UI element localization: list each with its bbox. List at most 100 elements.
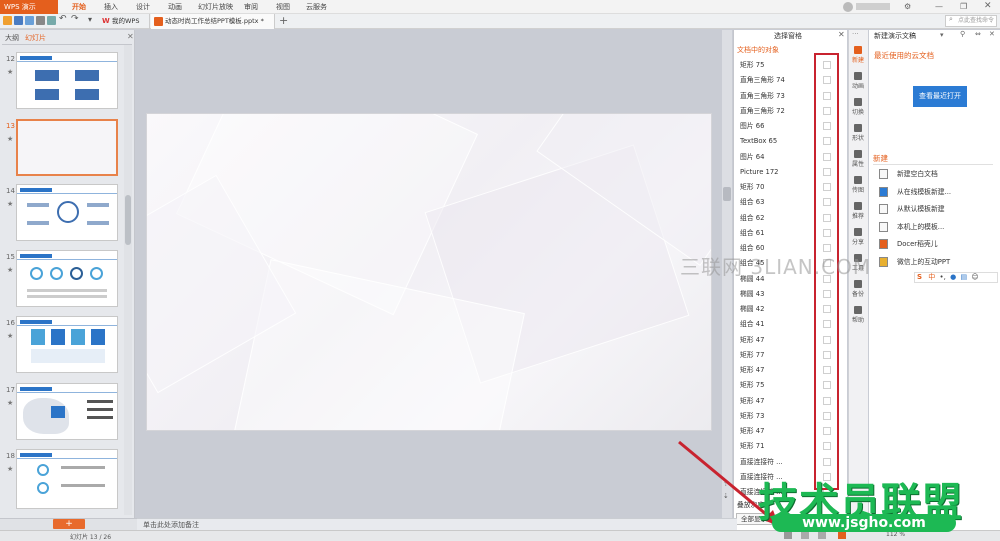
sidebar-item-share[interactable]: 分享 [848,228,868,246]
slide-thumbnail-12[interactable] [16,52,118,109]
new-option-item[interactable]: 从在线模板新建... [879,185,951,199]
tab-slides[interactable]: 幻灯片 [25,32,46,44]
menu-slideshow[interactable]: 幻灯片放映 [198,0,233,14]
slides-scrollbar-thumb[interactable] [125,195,131,245]
object-list-item[interactable]: 矩形 75 [740,378,764,392]
object-list-item[interactable]: 图片 64 [740,150,764,164]
sogou-s-icon[interactable]: S [917,273,922,281]
panel-dropdown-icon[interactable]: ▾ [940,31,944,39]
slide-thumbnail-15[interactable] [16,250,118,307]
new-tab-icon[interactable]: + [279,14,288,27]
panel-title: 新建演示文稿 [874,32,916,40]
object-list-item[interactable]: 椭圆 42 [740,302,764,316]
settings-icon[interactable]: ⚙ [904,2,911,11]
ime-mode-icon[interactable]: 中 [928,273,935,281]
undo-icon[interactable]: ↶ [59,14,67,24]
mic-icon[interactable]: ● [950,273,956,281]
sidebar-item-transition[interactable]: 切换 [848,98,868,116]
more-icon[interactable]: ··· [852,30,859,38]
slide-thumbnail-14[interactable] [16,184,118,241]
new-option-item[interactable]: 新建空白文档 [879,167,938,181]
slide-thumbnail-17[interactable] [16,383,118,440]
object-list-item[interactable]: Picture 172 [740,165,779,179]
export-icon[interactable] [25,16,34,25]
wps-app-menu-button[interactable]: WPS 演示 [0,0,58,14]
view-recent-button[interactable]: 查看最近打开 [913,86,967,107]
zoom-level[interactable]: 112 % [886,531,905,538]
open-icon[interactable] [3,16,12,25]
sidebar-item-animation[interactable]: 动画 [848,72,868,90]
user-icon[interactable]: ☺ [971,273,978,281]
slide-thumbnail-13-selected[interactable] [16,119,118,176]
punctuation-icon[interactable]: •, [940,273,946,281]
slides-scrollbar[interactable] [124,45,132,515]
sidebar-item-new[interactable]: 新建 [848,46,868,64]
object-list-item[interactable]: 矩形 70 [740,180,764,194]
slide-canvas[interactable] [146,113,712,431]
object-list-item[interactable]: 直角三角形 74 [740,73,785,87]
save-icon[interactable] [14,16,23,25]
tab-document[interactable]: 动态时尚工作总结PPT模板.pptx * [151,14,275,29]
document-icon [879,169,888,179]
canvas-scrollbar-thumb[interactable] [723,187,731,201]
slide-thumbnail-18[interactable] [16,449,118,509]
object-list-item[interactable]: 组合 62 [740,211,764,225]
panel-close-icon[interactable]: ✕ [989,30,995,38]
object-list-item[interactable]: 组合 41 [740,317,764,331]
expand-icon[interactable]: ⇔ [975,30,981,38]
object-list-item[interactable]: 矩形 47 [740,394,764,408]
reading-view-icon[interactable] [818,532,826,539]
menu-cloud[interactable]: 云服务 [306,0,327,14]
sidebar-item-recommend[interactable]: 推荐 [848,202,868,220]
add-slide-button[interactable]: + [53,519,85,529]
sidebar-item-upload[interactable]: 传图 [848,176,868,194]
minimize-icon[interactable]: — [935,2,943,11]
normal-view-icon[interactable] [784,532,792,539]
redo-icon[interactable]: ↷ [71,14,79,24]
new-option-item[interactable]: Docer稻壳儿 [879,237,938,251]
preview-icon[interactable] [47,16,56,25]
new-option-item[interactable]: 微信上的互动PPT [879,255,950,269]
menu-start[interactable]: 开始 [72,0,86,14]
new-option-item[interactable]: 从默认模板新建 [879,202,945,216]
menu-animation[interactable]: 动画 [168,0,182,14]
object-list-item[interactable]: 组合 63 [740,195,764,209]
close-panel-icon[interactable]: ✕ [127,32,134,41]
menu-insert[interactable]: 插入 [104,0,118,14]
object-list-item[interactable]: 矩形 47 [740,424,764,438]
object-list-item[interactable]: 直角三角形 73 [740,89,785,103]
notes-area[interactable]: 单击此处添加备注 [137,518,737,530]
avatar[interactable] [843,2,853,12]
sidebar-item-help[interactable]: 帮助 [848,306,868,324]
object-list-item[interactable]: 直角三角形 72 [740,104,785,118]
menu-review[interactable]: 审阅 [244,0,258,14]
pin-icon[interactable]: ⚲ [960,30,965,38]
object-list-item[interactable]: 矩形 77 [740,348,764,362]
sidebar-item-shape[interactable]: 形状 [848,124,868,142]
play-slideshow-icon[interactable] [838,532,846,539]
menu-design[interactable]: 设计 [136,0,150,14]
slide-thumbnail-16[interactable] [16,316,118,373]
close-pane-icon[interactable]: ✕ [838,30,845,39]
new-option-item[interactable]: 本机上的模板... [879,220,944,234]
sidebar-item-property[interactable]: 属性 [848,150,868,168]
print-icon[interactable] [36,16,45,25]
tab-outline[interactable]: 大纲 [5,32,19,44]
object-list-item[interactable]: 图片 66 [740,119,764,133]
object-list-item[interactable]: 矩形 73 [740,409,764,423]
object-list-item[interactable]: 椭圆 43 [740,287,764,301]
sidebar-item-backup[interactable]: 备份 [848,280,868,298]
object-list-item[interactable]: 矩形 47 [740,363,764,377]
object-list-item[interactable]: 矩形 47 [740,333,764,347]
restore-icon[interactable]: ❐ [960,2,967,11]
keyboard-icon[interactable]: ▤ [960,273,967,281]
chevron-down-icon[interactable]: ▾ [88,15,92,24]
object-list-item[interactable]: 矩形 75 [740,58,764,72]
user-name[interactable] [856,3,890,10]
close-icon[interactable]: ✕ [984,1,992,11]
ime-toolbar[interactable]: S 中 •, ● ▤ ☺ [914,272,998,283]
object-list-item[interactable]: TextBox 65 [740,134,777,148]
menu-view[interactable]: 视图 [276,0,290,14]
sorter-view-icon[interactable] [801,532,809,539]
object-list-item[interactable]: 组合 61 [740,226,764,240]
